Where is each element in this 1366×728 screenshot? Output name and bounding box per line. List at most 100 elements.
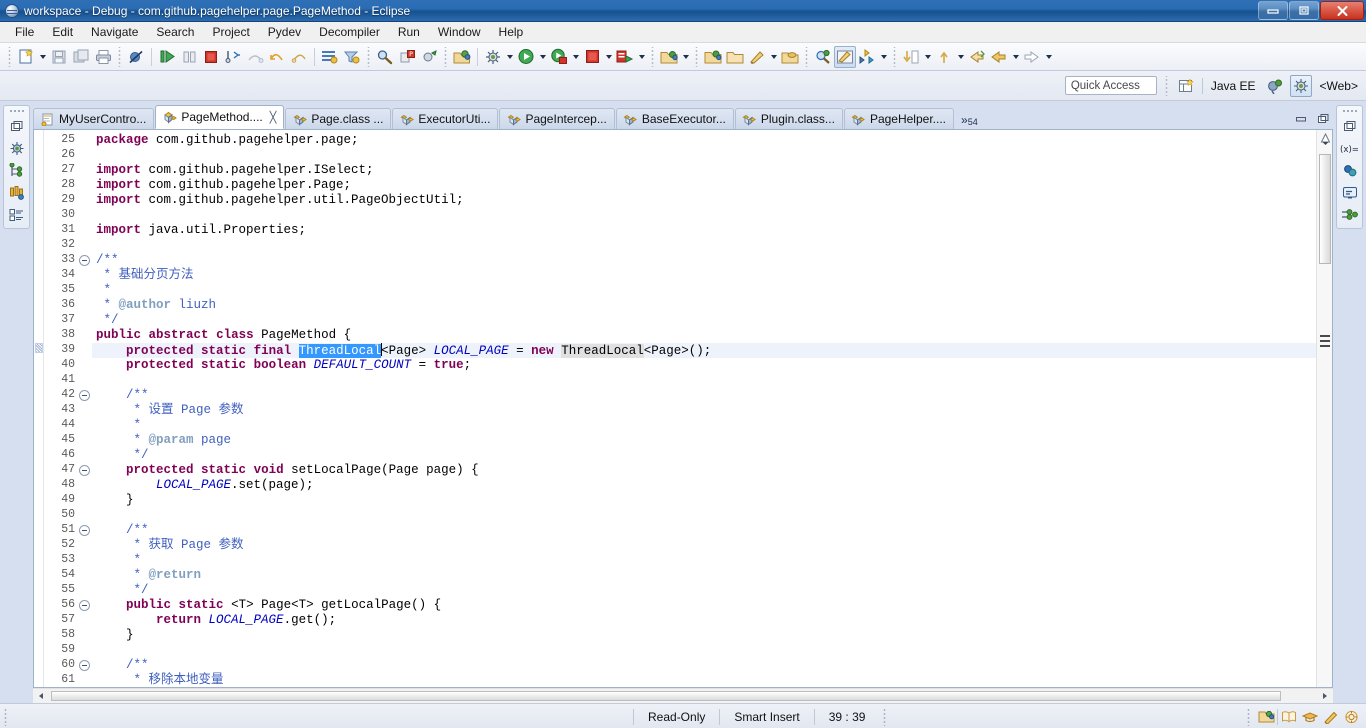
code-line[interactable]: * 设置 Page 参数 <box>92 403 1316 418</box>
code-line[interactable] <box>92 208 1316 223</box>
minimize-editor-icon[interactable] <box>1293 111 1309 127</box>
maximize-editor-icon[interactable] <box>1315 111 1331 127</box>
toolbar-grip-8[interactable] <box>892 46 897 67</box>
restore-view-icon[interactable] <box>6 117 27 136</box>
variables-view-icon[interactable]: (x)= <box>1339 139 1360 158</box>
menu-file[interactable]: File <box>6 23 43 41</box>
next-edit-icon[interactable] <box>856 46 878 68</box>
search-icon[interactable] <box>374 46 396 68</box>
code-line[interactable]: protected static final ThreadLocal<Page>… <box>92 343 1316 358</box>
menu-edit[interactable]: Edit <box>43 23 82 41</box>
servers-view-icon[interactable] <box>6 161 27 180</box>
code-line[interactable]: return LOCAL_PAGE.get(); <box>92 613 1316 628</box>
new-wizard-icon[interactable] <box>15 46 37 68</box>
code-line[interactable]: * @return <box>92 568 1316 583</box>
status-grip-3[interactable] <box>1247 707 1252 726</box>
overview-mark[interactable] <box>1320 335 1330 337</box>
status-grip[interactable] <box>4 707 9 726</box>
code-line[interactable]: * <box>92 418 1316 433</box>
perspective-grip[interactable] <box>1163 75 1169 96</box>
code-line[interactable]: /** <box>92 388 1316 403</box>
code-viewport[interactable]: package com.github.pagehelper.page; impo… <box>92 130 1316 687</box>
run-on-server-icon[interactable] <box>614 46 636 68</box>
editor-tab-7[interactable]: PageHelper.... <box>843 108 954 129</box>
overview-ruler-icon[interactable] <box>1320 132 1331 146</box>
right-fastview-grip[interactable] <box>1341 108 1358 114</box>
overview-mark[interactable] <box>1320 340 1330 342</box>
code-line[interactable]: LOCAL_PAGE.set(page); <box>92 478 1316 493</box>
help-book-icon[interactable] <box>1278 707 1299 727</box>
folding-ruler[interactable] <box>78 130 92 687</box>
source-code[interactable]: package com.github.pagehelper.page; impo… <box>92 130 1316 687</box>
code-line[interactable] <box>92 508 1316 523</box>
new-java-project-dropdown-icon[interactable] <box>680 46 691 68</box>
occurrence-marker[interactable] <box>35 343 43 353</box>
previous-annotation-icon[interactable] <box>933 46 955 68</box>
code-line[interactable]: protected static boolean DEFAULT_COUNT =… <box>92 358 1316 373</box>
close-icon[interactable]: ╳ <box>270 111 277 124</box>
code-line[interactable]: * <box>92 283 1316 298</box>
hat-icon[interactable] <box>1299 707 1320 727</box>
editor-horizontal-scrollbar[interactable] <box>33 688 1333 703</box>
code-line[interactable]: public static <T> Page<T> getLocalPage()… <box>92 598 1316 613</box>
fold-toggle-icon[interactable] <box>79 525 90 536</box>
next-annotation-icon[interactable] <box>341 46 363 68</box>
server-dropdown-icon[interactable] <box>636 46 647 68</box>
stop-icon[interactable] <box>581 46 603 68</box>
perspective-web-icon[interactable] <box>1289 74 1312 97</box>
open-type-icon[interactable] <box>451 46 473 68</box>
search-task-icon[interactable] <box>812 46 834 68</box>
menu-navigate[interactable]: Navigate <box>82 23 147 41</box>
code-line[interactable] <box>92 148 1316 163</box>
code-line[interactable]: /** <box>92 658 1316 673</box>
menu-decompiler[interactable]: Decompiler <box>310 23 389 41</box>
code-line[interactable] <box>92 238 1316 253</box>
fold-toggle-icon[interactable] <box>79 660 90 671</box>
close-button[interactable] <box>1320 1 1364 20</box>
toolbar-grip-6[interactable] <box>694 46 699 67</box>
last-edit-location-icon[interactable] <box>319 46 341 68</box>
toolbar-grip-4[interactable] <box>443 46 448 67</box>
next-annotation-nav-icon[interactable] <box>900 46 922 68</box>
back-history-icon[interactable] <box>966 46 988 68</box>
code-line[interactable]: */ <box>92 448 1316 463</box>
code-line[interactable]: * @author liuzh <box>92 298 1316 313</box>
tab-overflow-button[interactable]: » 54 <box>961 113 978 129</box>
minimize-button[interactable] <box>1258 1 1288 20</box>
code-line[interactable]: package com.github.pagehelper.page; <box>92 133 1316 148</box>
external-tools-dropdown-icon[interactable] <box>570 46 581 68</box>
pencil-icon[interactable] <box>1320 707 1341 727</box>
stop-dropdown-icon[interactable] <box>603 46 614 68</box>
menu-search[interactable]: Search <box>147 23 203 41</box>
overview-mark[interactable] <box>1320 345 1330 347</box>
expressions-view-icon[interactable] <box>1339 205 1360 224</box>
open-perspective-status-icon[interactable] <box>1256 707 1277 727</box>
toggle-mark-occurrences-icon[interactable] <box>834 45 856 68</box>
open-package-icon[interactable] <box>702 46 724 68</box>
menu-pydev[interactable]: Pydev <box>259 23 310 41</box>
editor-tab-5[interactable]: BaseExecutor... <box>615 108 734 129</box>
fold-toggle-icon[interactable] <box>79 465 90 476</box>
step-into-icon[interactable] <box>222 46 244 68</box>
open-perspective-icon[interactable] <box>1176 75 1198 97</box>
console-view-icon[interactable] <box>1339 183 1360 202</box>
variables-tree-icon[interactable] <box>6 183 27 202</box>
perspective-web-label[interactable]: <Web> <box>1316 79 1362 93</box>
debug-dropdown-icon[interactable] <box>504 46 515 68</box>
new-wizard-dropdown-icon[interactable] <box>37 46 48 68</box>
previous-annotation-dropdown-icon[interactable] <box>955 46 966 68</box>
code-line[interactable]: protected static void setLocalPage(Page … <box>92 463 1316 478</box>
back-dropdown-icon[interactable] <box>1010 46 1021 68</box>
debug-view-icon[interactable] <box>6 139 27 158</box>
code-line[interactable]: * @param page <box>92 433 1316 448</box>
menu-help[interactable]: Help <box>490 23 533 41</box>
code-editor[interactable]: 25 26 27 28 29 30 31 32 33 34 35 36 37 38 39 40 41 42 43 44… <box>33 129 1333 688</box>
annotation-ruler[interactable] <box>34 130 44 687</box>
perspective-java-ee[interactable]: Java EE <box>1207 79 1260 93</box>
code-line[interactable]: import com.github.pagehelper.ISelect; <box>92 163 1316 178</box>
menu-run[interactable]: Run <box>389 23 429 41</box>
editor-tab-0[interactable]: MyUserContro... <box>33 108 155 129</box>
horizontal-scroll-thumb[interactable] <box>51 691 1281 701</box>
breakpoints-view-icon[interactable] <box>1339 161 1360 180</box>
settings-ring-icon[interactable] <box>1341 707 1362 727</box>
